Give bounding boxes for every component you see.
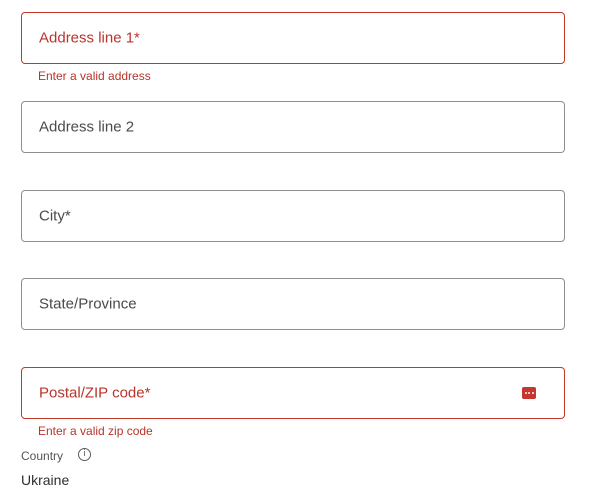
postal-code-label: Postal/ZIP code*: [39, 384, 151, 402]
address-line-1-field[interactable]: Address line 1*: [21, 12, 565, 64]
address-line-2-field[interactable]: Address line 2: [21, 101, 565, 153]
city-field[interactable]: City*: [21, 190, 565, 242]
postal-code-error: Enter a valid zip code: [38, 424, 153, 438]
city-label: City*: [39, 207, 71, 225]
address-line-1-label: Address line 1*: [39, 29, 140, 47]
info-icon[interactable]: i: [78, 448, 91, 461]
error-more-icon: [522, 387, 536, 399]
state-province-field[interactable]: State/Province: [21, 278, 565, 330]
address-line-1-error: Enter a valid address: [38, 69, 151, 83]
address-line-2-label: Address line 2: [39, 118, 135, 136]
country-value[interactable]: Ukraine: [21, 472, 69, 488]
postal-code-field[interactable]: Postal/ZIP code*: [21, 367, 565, 419]
country-label: Country: [21, 449, 64, 463]
state-province-label: State/Province: [39, 295, 137, 313]
